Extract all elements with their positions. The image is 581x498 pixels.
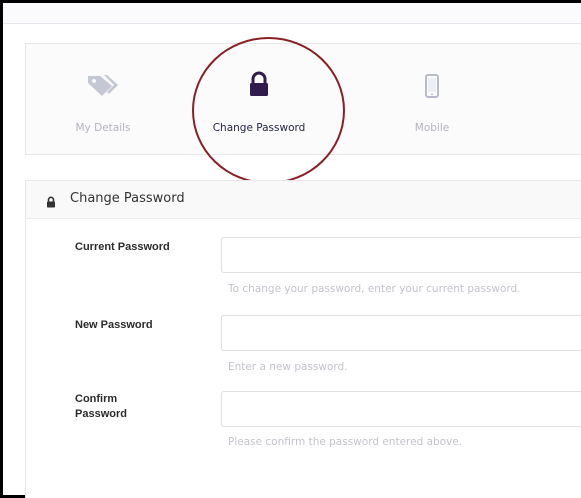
confirm-password-label: Confirm Password (75, 393, 127, 420)
mobile-phone-icon (425, 74, 439, 102)
current-password-input[interactable] (221, 237, 581, 273)
tab-mobile[interactable]: Mobile (386, 44, 486, 156)
confirm-password-input[interactable] (221, 391, 581, 427)
section-header: Change Password (26, 181, 581, 219)
current-password-label: Current Password (75, 241, 170, 253)
tab-my-details[interactable]: My Details (66, 44, 186, 156)
new-password-input[interactable] (221, 315, 581, 351)
tab-label: My Details (75, 122, 131, 134)
tab-label: Mobile (414, 122, 450, 134)
lock-icon (46, 193, 56, 212)
top-bar (3, 3, 581, 24)
current-password-help: To change your password, enter your curr… (228, 283, 521, 295)
new-password-help: Enter a new password. (228, 361, 348, 373)
tag-icon (86, 72, 120, 104)
change-password-section: Change Password Current Password To chan… (25, 180, 581, 498)
highlight-circle (192, 37, 345, 184)
confirm-password-help: Please confirm the password entered abov… (228, 436, 463, 448)
new-password-label: New Password (75, 319, 153, 331)
section-title: Change Password (70, 191, 185, 206)
